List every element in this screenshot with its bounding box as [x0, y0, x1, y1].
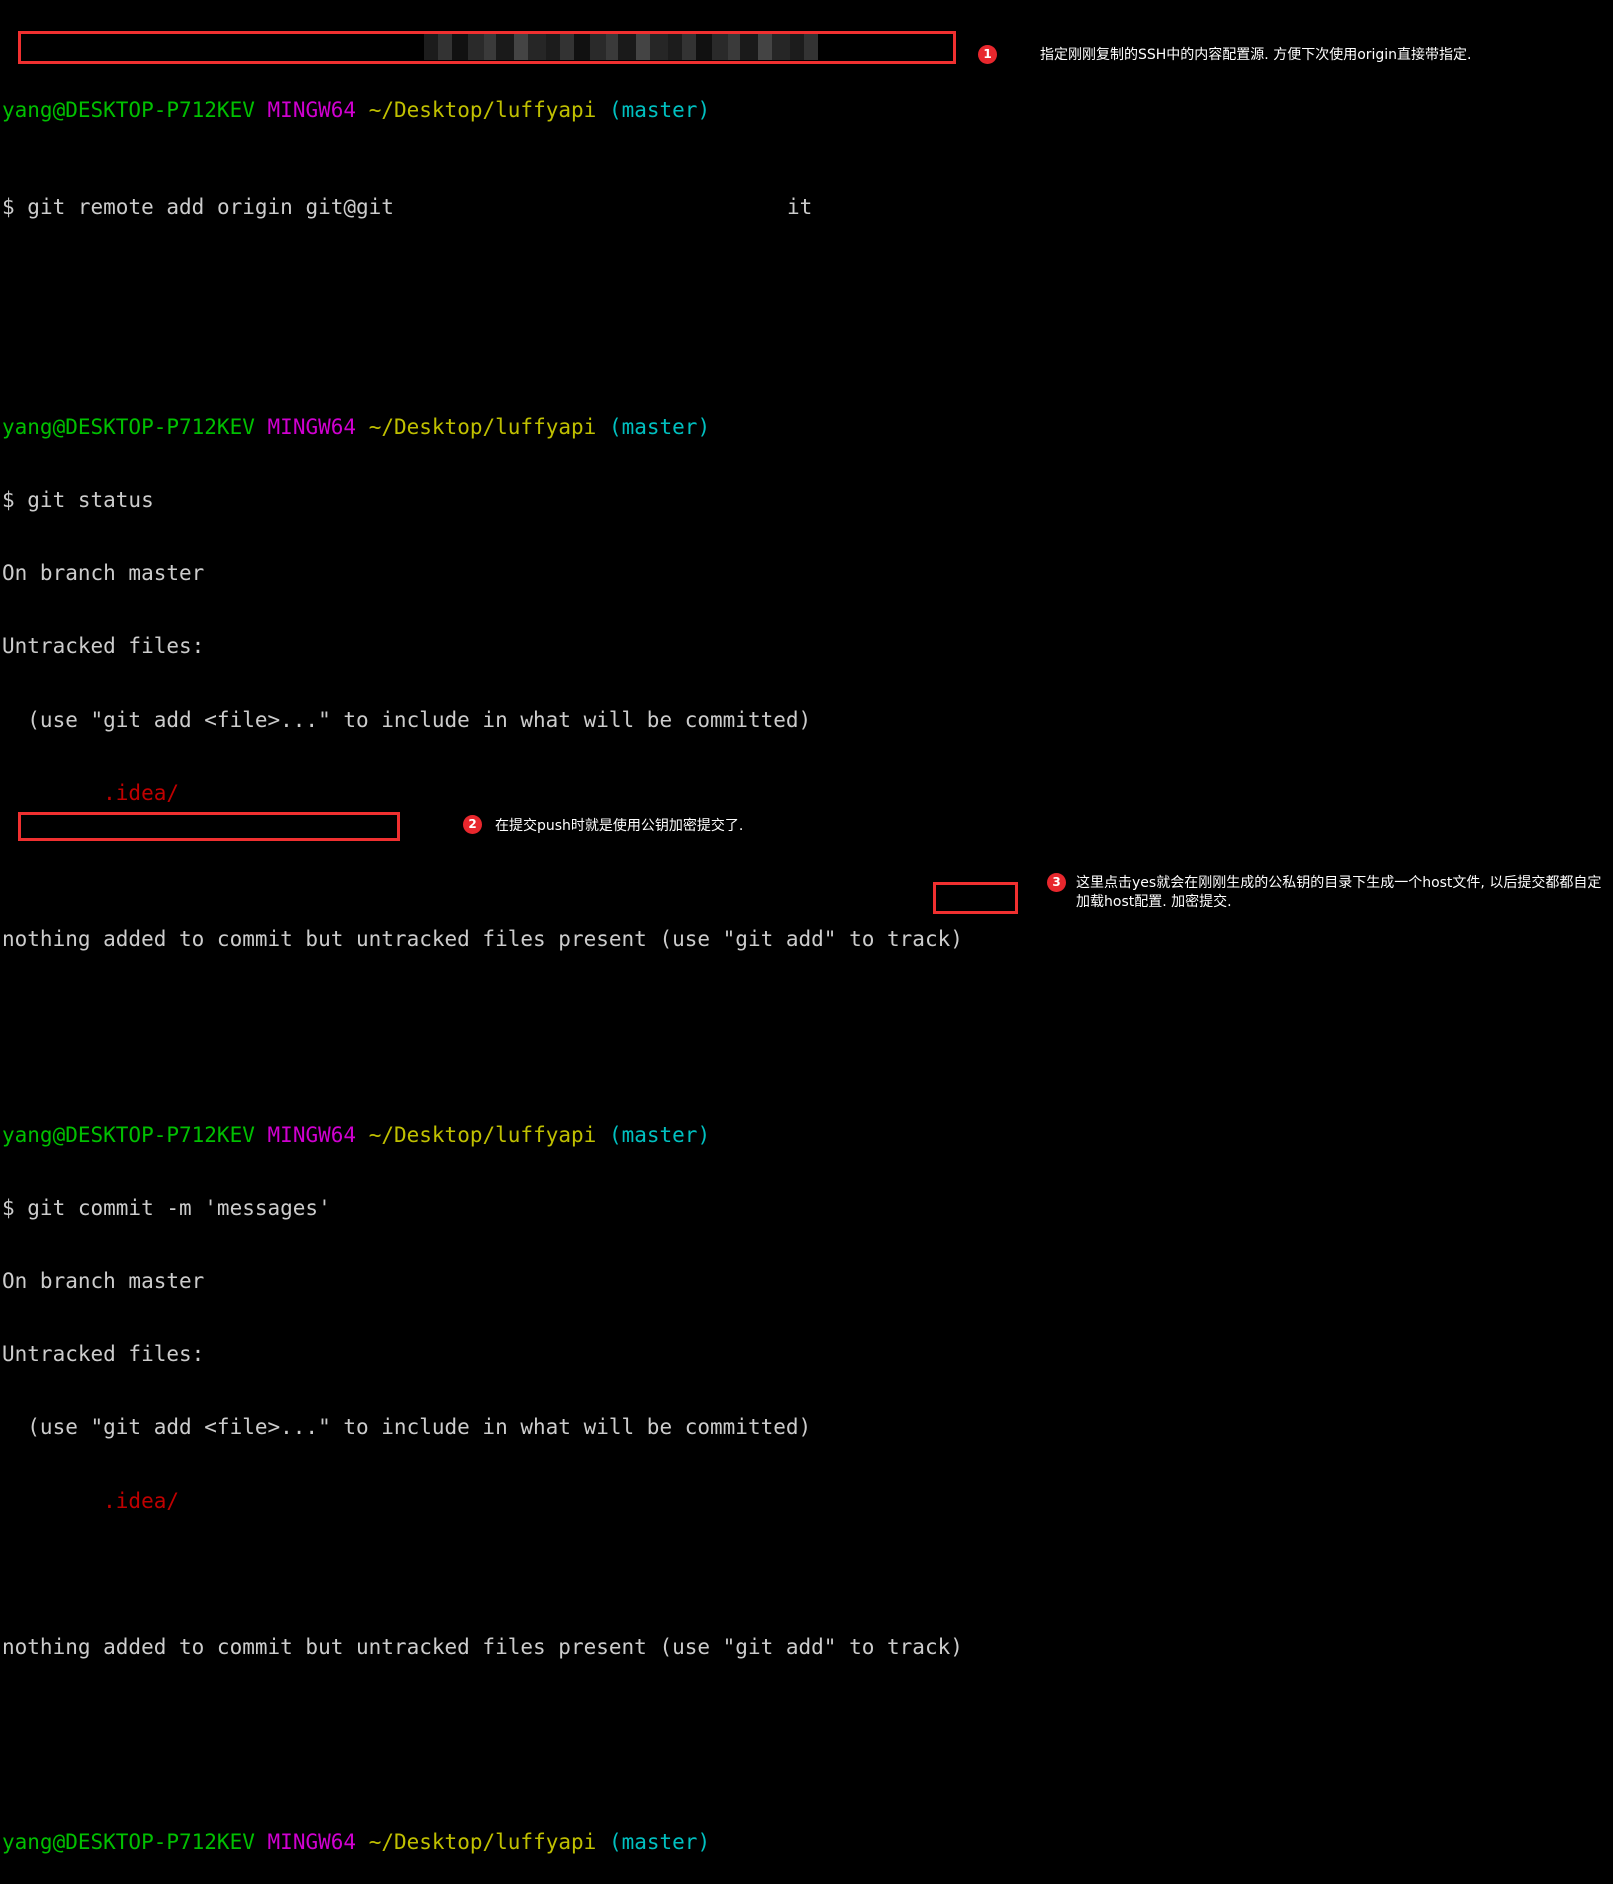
output-use-git-add-hint: (use "git add <file>..." to include in w…	[2, 707, 812, 732]
prompt-shell: MINGW64	[267, 1122, 357, 1147]
prompt-path: ~/Desktop/luffyapi	[368, 414, 597, 439]
prompt-branch: (master)	[608, 1830, 711, 1855]
prompt-line: yang@DESKTOP-P712KEV MINGW64 ~/Desktop/l…	[0, 98, 1613, 122]
output-untracked-files: Untracked files:	[2, 634, 205, 659]
annotation-text-1: 指定刚刚复制的SSH中的内容配置源. 方便下次使用origin直接带指定.	[1040, 47, 1472, 63]
prompt-user-host: yang@DESKTOP-P712KEV	[2, 1830, 255, 1855]
prompt-path: ~/Desktop/luffyapi	[368, 1122, 597, 1147]
prompt-line: yang@DESKTOP-P712KEV MINGW64 ~/Desktop/l…	[0, 415, 1613, 439]
remote-add-command: git remote add origin git@git	[14, 195, 394, 220]
terminal-window[interactable]: yang@DESKTOP-P712KEV MINGW64 ~/Desktop/l…	[0, 0, 1613, 1854]
command-line-git-commit: $ git commit -m 'messages'	[2, 1195, 331, 1220]
output-untracked-idea: .idea/	[2, 780, 180, 805]
remote-add-tail: it	[786, 195, 813, 220]
prompt-shell: MINGW64	[267, 97, 357, 122]
command-line-remote-add: $ git remote add origin git@git it	[0, 195, 1613, 219]
prompt-dollar: $	[2, 195, 15, 220]
prompt-shell: MINGW64	[267, 1830, 357, 1855]
annotation-badge-1: 1	[978, 45, 997, 64]
prompt-user-host: yang@DESKTOP-P712KEV	[2, 414, 255, 439]
output-on-branch: On branch master	[2, 1268, 205, 1293]
prompt-line: yang@DESKTOP-P712KEV MINGW64 ~/Desktop/l…	[0, 1123, 1613, 1147]
prompt-line: yang@DESKTOP-P712KEV MINGW64 ~/Desktop/l…	[0, 1830, 1613, 1854]
output-nothing-added: nothing added to commit but untracked fi…	[2, 1634, 963, 1659]
prompt-branch: (master)	[608, 97, 711, 122]
output-use-git-add-hint: (use "git add <file>..." to include in w…	[2, 1415, 812, 1440]
redacted-url-region	[424, 34, 818, 60]
annotation-badge-2: 2	[463, 815, 482, 834]
output-nothing-added: nothing added to commit but untracked fi…	[2, 927, 963, 952]
prompt-user-host: yang@DESKTOP-P712KEV	[2, 97, 255, 122]
prompt-path: ~/Desktop/luffyapi	[368, 97, 597, 122]
prompt-shell: MINGW64	[267, 414, 357, 439]
output-untracked-idea: .idea/	[2, 1488, 180, 1513]
annotation-text-2: 在提交push时就是使用公钥加密提交了.	[495, 818, 744, 834]
output-on-branch: On branch master	[2, 561, 205, 586]
prompt-user-host: yang@DESKTOP-P712KEV	[2, 1122, 255, 1147]
prompt-branch: (master)	[608, 1122, 711, 1147]
annotation-text-3: 这里点击yes就会在刚刚生成的公私钥的目录下生成一个host文件, 以后提交都都…	[1076, 875, 1602, 910]
annotation-badge-3: 3	[1047, 873, 1066, 892]
output-untracked-files: Untracked files:	[2, 1342, 205, 1367]
prompt-path: ~/Desktop/luffyapi	[368, 1830, 597, 1855]
prompt-branch: (master)	[608, 414, 711, 439]
command-line-git-status: $ git status	[2, 488, 154, 513]
